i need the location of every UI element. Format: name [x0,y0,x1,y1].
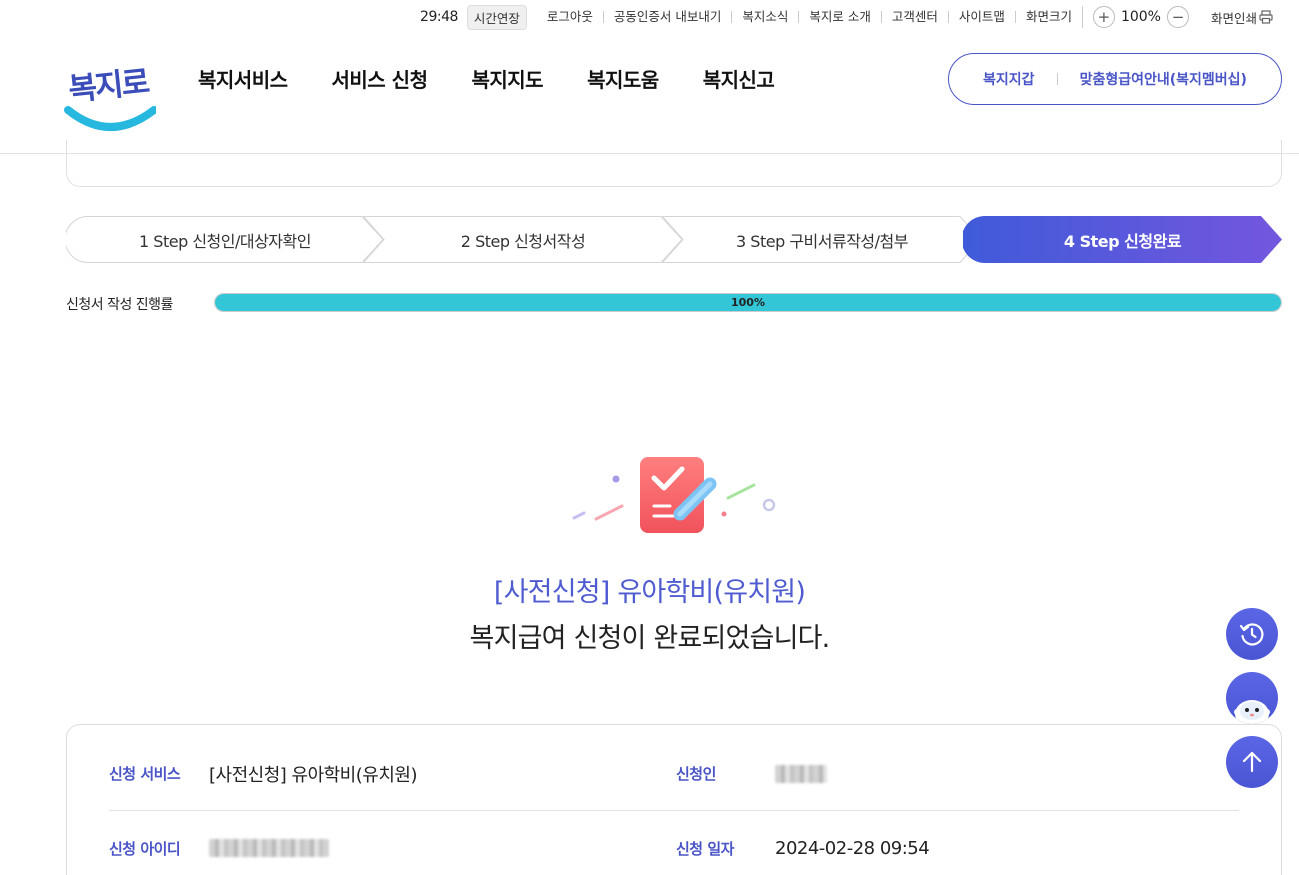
date-label: 신청 일자 [676,839,734,858]
step-1: 1 Step 신청인/대상자확인 [66,216,384,263]
step-4: 4 Step 신청완료 [963,216,1282,263]
nav-welfare-help[interactable]: 복지도움 [587,64,659,93]
export-certificate-link[interactable]: 공동인증서 내보내기 [602,10,731,23]
step-indicator: 1 Step 신청인/대상자확인 2 Step 신청서작성 3 Step 구비서… [66,216,1282,263]
summary-row: 신청 서비스 [사전신청] 유아학비(유치원) 신청인 [109,737,1239,811]
history-icon [1239,623,1264,646]
logo-text: 복지로 [67,64,151,108]
completion-illustration [568,452,782,538]
extend-session-button[interactable]: 시간연장 [466,4,527,30]
progress-bar: 100% [214,293,1282,312]
step-3: 3 Step 구비서류작성/첨부 [662,216,982,263]
application-summary: 신청 서비스 [사전신청] 유아학비(유치원) 신청인 신청 아이디 신청 일자… [66,724,1282,875]
welfare-wallet-link[interactable]: 복지지갑 [983,69,1035,89]
font-size-label: 화면크기 [1014,10,1082,23]
welfare-membership-link[interactable]: 맞춤형급여안내(복지멤버십) [1080,69,1247,89]
date-value: 2024-02-28 09:54 [775,837,930,859]
chatbot-icon [1234,700,1270,724]
applicant-value-redacted [775,764,827,783]
quick-links: 복지지갑 맞춤형급여안내(복지멤버십) [948,53,1282,105]
print-button[interactable]: 화면인쇄 [1199,8,1273,27]
nav-welfare-map[interactable]: 복지지도 [471,64,543,93]
about-link[interactable]: 복지로 소개 [798,10,880,23]
completion-message: 복지급여 신청이 완료되었습니다. [469,623,831,654]
arrow-up-icon [1242,751,1262,773]
printer-icon [1259,10,1273,24]
completed-service-name: [사전신청] 유아학비(유치원) [493,577,806,608]
zoom-control: + 100% − [1081,6,1199,28]
main-nav: 복지서비스 서비스 신청 복지지도 복지도움 복지신고 [198,64,775,93]
step-1-label: 1 Step 신청인/대상자확인 [139,231,311,251]
applicant-label: 신청인 [676,765,716,783]
utility-bar: 29:48 시간연장 로그아웃 공동인증서 내보내기 복지소식 복지로 소개 고… [0,0,1299,34]
zoom-in-button[interactable]: + [1092,6,1115,28]
id-label: 신청 아이디 [109,839,181,858]
content-box-bottom [66,140,1282,187]
step-2: 2 Step 신청서작성 [363,216,683,263]
nav-welfare-report[interactable]: 복지신고 [703,64,775,93]
step-4-label: 4 Step 신청완료 [1063,231,1182,251]
sitemap-link[interactable]: 사이트맵 [947,10,1015,23]
progress-text: 100% [731,296,765,309]
customer-center-link[interactable]: 고객센터 [880,10,948,23]
zoom-out-button[interactable]: − [1166,6,1189,28]
service-label: 신청 서비스 [109,765,181,783]
nav-service-apply[interactable]: 서비스 신청 [332,64,428,93]
logout-link[interactable]: 로그아웃 [537,10,603,23]
logo[interactable]: 복지로 [64,52,158,134]
step-2-label: 2 Step 신청서작성 [460,231,586,251]
divider [1056,73,1058,85]
session-timer: 29:48 [420,9,458,25]
summary-row: 신청 아이디 신청 일자 2024-02-28 09:54 [109,811,1239,875]
welfare-news-link[interactable]: 복지소식 [731,10,798,23]
progress-label: 신청서 작성 진행률 [66,297,173,313]
zoom-value: 100% [1120,9,1161,25]
scroll-top-button[interactable] [1226,736,1278,788]
nav-welfare-services[interactable]: 복지서비스 [198,64,288,93]
recent-history-button[interactable] [1226,608,1278,660]
print-label: 화면인쇄 [1210,10,1257,26]
chatbot-button[interactable] [1226,672,1278,724]
step-3-label: 3 Step 구비서류작성/첨부 [736,231,908,251]
id-value-redacted [209,839,329,857]
service-value: [사전신청] 유아학비(유치원) [209,764,417,786]
